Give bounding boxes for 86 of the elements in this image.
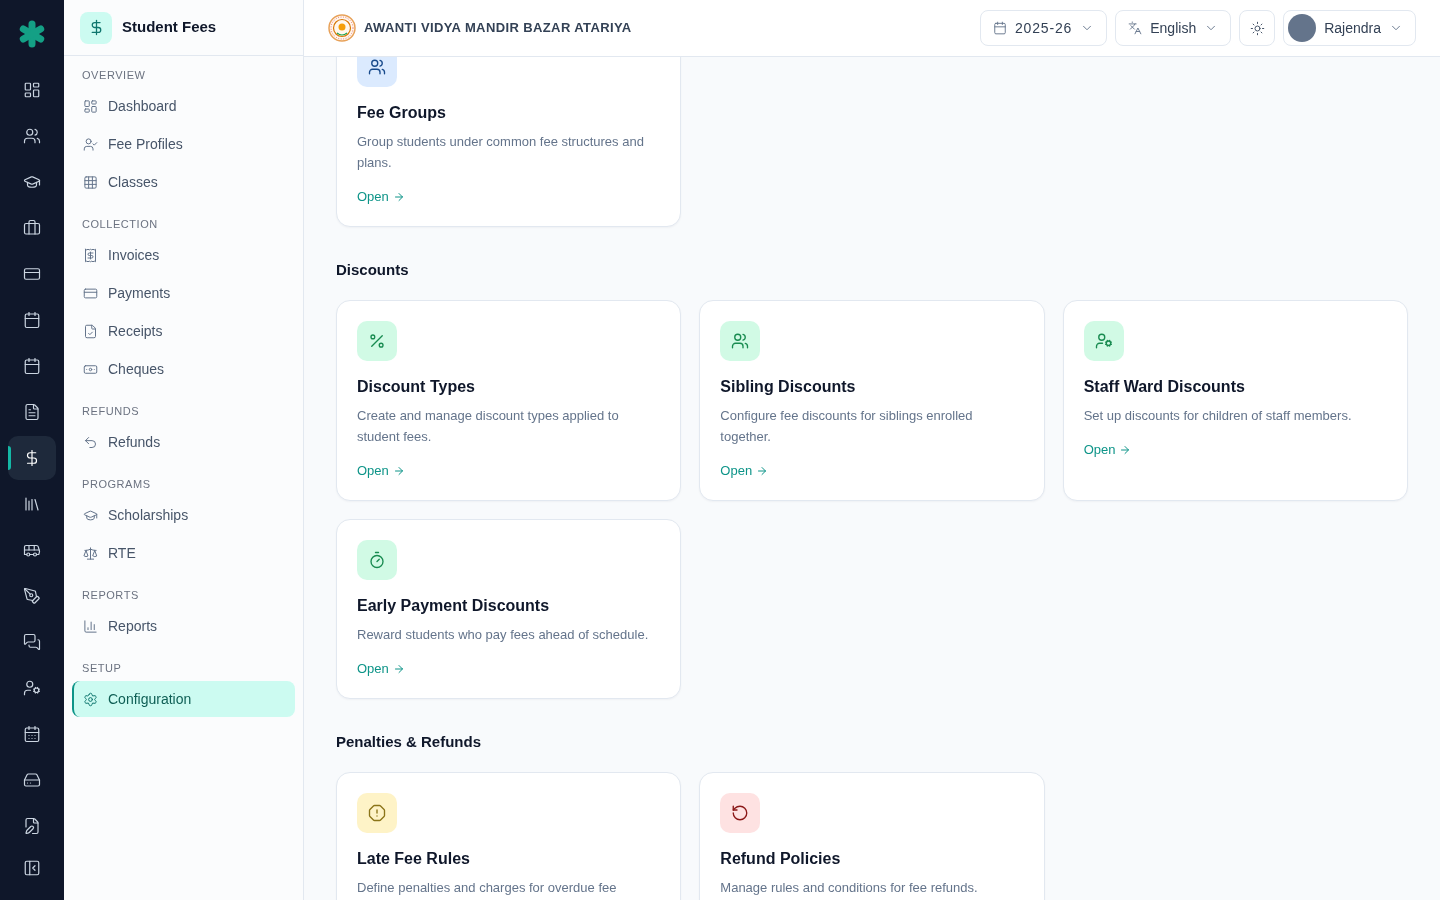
undo-arrow-icon [83, 434, 98, 450]
card-title: Fee Groups [357, 103, 447, 123]
calendar-icon [993, 21, 1007, 35]
arrow-right-icon [392, 663, 405, 675]
briefcase-icon [23, 219, 41, 237]
open-link[interactable]: Open [357, 462, 405, 480]
books-icon [23, 495, 41, 513]
card-title: Late Fee Rules [357, 849, 471, 869]
section-label: SETUP [81, 661, 123, 676]
chat-icon [23, 633, 41, 651]
card-title: Refund Policies [720, 849, 842, 869]
scale-icon [83, 545, 98, 561]
card-title: Early Payment Discounts [357, 596, 551, 616]
drive-icon [23, 771, 41, 789]
document-icon [23, 403, 41, 421]
logo-icon [18, 20, 46, 48]
file-check-icon [83, 323, 98, 339]
avatar-placeholder [1288, 14, 1317, 42]
user-gear-icon [23, 679, 41, 697]
sidebar-item[interactable]: Receipts [72, 313, 295, 349]
section-label: REPORTS [81, 588, 140, 603]
school-emblem-icon [328, 14, 356, 42]
academic-year-dropdown[interactable]: 2025-26 [980, 10, 1108, 46]
arrow-right-icon [756, 465, 769, 477]
rail-nav-button[interactable] [8, 436, 56, 480]
sidebar-title: Student Fees [122, 17, 217, 38]
sidebar-item[interactable]: Classes [72, 164, 295, 200]
sun-icon [1249, 20, 1265, 36]
sidebar-item[interactable]: Cheques [72, 351, 295, 387]
arrow-right-icon [1119, 444, 1132, 456]
calendar-icon [23, 357, 41, 375]
translate-icon [1128, 21, 1143, 35]
card-description: Reward students who pay fees ahead of schedule. [357, 626, 650, 644]
receipt-icon [83, 247, 98, 263]
sidebar-item[interactable]: Refunds [72, 424, 295, 460]
section-label: REFUNDS [81, 404, 141, 419]
sidebar-item[interactable]: Scholarships [72, 497, 295, 533]
school-name: AWANTI VIDYA MANDIR BAZAR ATARIYA [364, 19, 632, 38]
card-description: Create and manage discount types applied to student fees. [357, 407, 620, 446]
section-heading: Penalties & Refunds [336, 732, 483, 752]
open-link[interactable]: Open [720, 462, 769, 480]
file-pen-icon [23, 817, 41, 835]
card-description: Group students under common fee structures and plans. [357, 133, 645, 172]
table-icon [83, 174, 98, 190]
calendar-icon [23, 725, 41, 743]
settings-icon [83, 691, 98, 707]
section-label: OVERVIEW [81, 68, 147, 83]
users-icon [23, 127, 41, 145]
panel-collapse-icon [23, 859, 41, 877]
calendar-icon [23, 311, 41, 329]
card-icon [83, 285, 98, 301]
card-icon [23, 265, 41, 283]
open-link[interactable]: Open [357, 188, 405, 206]
grid-icon [23, 81, 41, 99]
sidebar-item[interactable]: Payments [72, 275, 295, 311]
sidebar-item[interactable]: Invoices [72, 237, 295, 273]
sidebar-item[interactable]: Configuration [72, 681, 295, 717]
bar-chart-icon [83, 618, 98, 634]
language-dropdown[interactable]: English [1115, 10, 1232, 46]
graduation-cap-icon [23, 173, 41, 191]
card-description: Define penalties and charges for overdue fee [357, 879, 618, 897]
card-title: Discount Types [357, 377, 476, 397]
user-check-icon [83, 136, 98, 152]
section-heading: Discounts [336, 260, 410, 280]
open-link[interactable]: Open [357, 660, 405, 678]
card-title: Staff Ward Discounts [1083, 377, 1246, 397]
card-description: Configure fee discounts for siblings enrolled together. [720, 407, 974, 446]
arrow-right-icon [392, 465, 405, 477]
card-title: Sibling Discounts [720, 377, 857, 397]
active-indicator [8, 446, 11, 470]
card-description: Set up discounts for children of staff members. [1083, 407, 1353, 425]
dollar-icon [80, 11, 112, 44]
card-description: Manage rules and conditions for fee refunds. [720, 879, 979, 897]
theme-toggle-button[interactable] [1239, 10, 1276, 46]
arrow-right-icon [392, 191, 405, 203]
section-label: COLLECTION [81, 217, 159, 232]
pen-icon [23, 587, 41, 605]
sidebar-item[interactable]: Fee Profiles [72, 126, 295, 162]
sidebar-item[interactable]: Dashboard [72, 88, 295, 124]
sidebar-item[interactable]: RTE [72, 535, 295, 571]
graduation-cap-icon [83, 507, 98, 523]
section-label: PROGRAMS [81, 477, 152, 492]
user-menu-button[interactable]: Rajendra [1283, 10, 1416, 46]
open-link[interactable]: Open [1083, 441, 1132, 459]
sidebar-item[interactable]: Reports [72, 608, 295, 644]
grid-icon [83, 98, 98, 114]
